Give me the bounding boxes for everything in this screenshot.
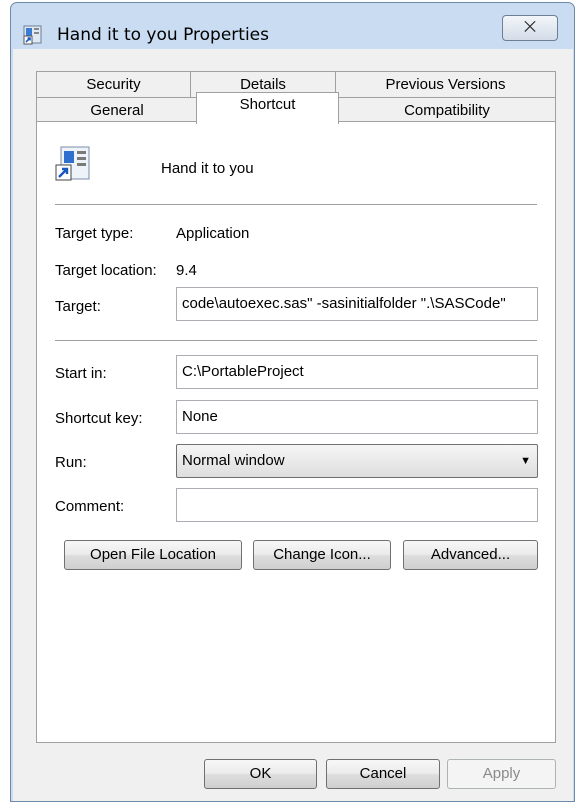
dropdown-arrow-icon: ▼: [520, 455, 531, 467]
shortcut-name: Hand it to you: [161, 160, 254, 177]
tab-compatibility[interactable]: Compatibility: [338, 97, 556, 124]
dialog-client-area: Security Details Previous Versions Gener…: [13, 49, 573, 801]
change-icon-button[interactable]: Change Icon...: [253, 540, 391, 570]
target-label: Target:: [55, 298, 101, 315]
tab-label: General: [90, 102, 144, 119]
comment-input[interactable]: [176, 488, 538, 522]
open-file-location-button[interactable]: Open File Location: [64, 540, 242, 570]
shortcut-tab-panel: Hand it to you Target type: Application …: [36, 121, 556, 743]
target-type-label: Target type:: [55, 225, 134, 242]
target-type-value: Application: [176, 225, 250, 242]
shortcut-large-icon: [55, 146, 91, 182]
shortcut-key-input[interactable]: None: [176, 400, 538, 434]
cancel-button[interactable]: Cancel: [326, 759, 440, 789]
close-icon: ⨉: [523, 19, 536, 36]
tab-label: Security: [86, 76, 141, 93]
comment-label: Comment:: [55, 498, 125, 515]
target-location-label: Target location:: [55, 262, 157, 279]
close-button[interactable]: ⨉: [502, 15, 558, 41]
ok-button[interactable]: OK: [204, 759, 317, 789]
separator: [55, 340, 537, 341]
separator: [55, 204, 537, 205]
run-select-value: Normal window: [182, 452, 285, 469]
tab-label: Previous Versions: [385, 76, 506, 93]
advanced-button[interactable]: Advanced...: [403, 540, 538, 570]
title-bar[interactable]: Hand it to you Properties ⨉: [11, 3, 574, 45]
window-title: Hand it to you Properties: [57, 25, 269, 45]
run-select[interactable]: Normal window ▼: [176, 444, 538, 478]
run-label: Run:: [55, 454, 87, 471]
tab-shortcut[interactable]: Shortcut: [196, 92, 339, 124]
start-in-input[interactable]: C:\PortableProject: [176, 355, 538, 389]
target-location-value: 9.4: [176, 262, 197, 279]
start-in-label: Start in:: [55, 365, 107, 382]
tab-label: Compatibility: [404, 102, 490, 119]
tab-security[interactable]: Security: [36, 71, 191, 98]
tab-previous-versions[interactable]: Previous Versions: [335, 71, 556, 98]
tab-label: Shortcut: [239, 96, 296, 113]
tab-general[interactable]: General: [36, 97, 198, 124]
apply-button[interactable]: Apply: [447, 759, 556, 789]
shortcut-app-icon: [23, 25, 43, 45]
target-input[interactable]: code\autoexec.sas" -sasinitialfolder ".\…: [176, 287, 538, 321]
tab-label: Details: [240, 76, 286, 93]
properties-window: Hand it to you Properties ⨉ Security Det…: [10, 2, 575, 802]
shortcut-key-label: Shortcut key:: [55, 410, 143, 427]
